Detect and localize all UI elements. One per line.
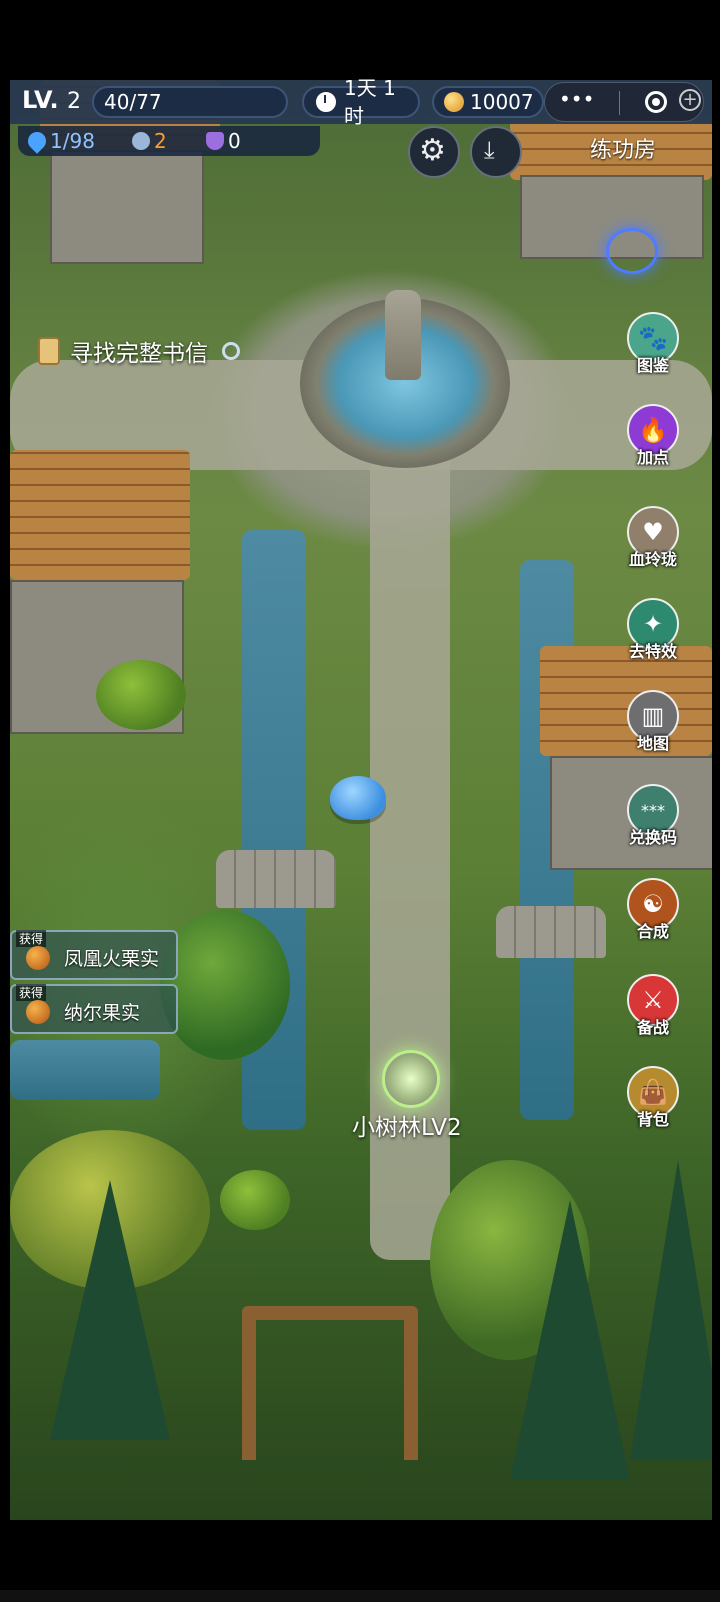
droplet-icon	[24, 128, 50, 154]
loot-name: 纳尔果实	[64, 1002, 141, 1024]
mana-value: 1/98	[50, 129, 95, 153]
pet-value: 2	[154, 129, 167, 153]
pond	[10, 1040, 160, 1100]
paw-icon	[132, 132, 150, 150]
side-button-label: 背包	[636, 1110, 669, 1129]
side-button-remove-effects[interactable]: ✦ 去特效	[624, 598, 682, 662]
magnifier-icon	[222, 342, 240, 360]
area-label[interactable]: 小树林LV2	[352, 1108, 462, 1142]
time-text: 1天 1时	[344, 76, 396, 128]
loot-name: 凤凰火栗实	[64, 948, 160, 970]
add-icon[interactable]: +	[679, 89, 701, 111]
level-number: 2	[66, 89, 81, 114]
side-button-label: 血玲珑	[628, 550, 677, 569]
download-icon: ⤓	[484, 136, 495, 164]
loot-tag: 获得	[16, 930, 47, 947]
coin-count: 10007	[470, 90, 534, 114]
shield-icon	[206, 132, 224, 150]
player-level: LV. 2	[22, 86, 81, 114]
side-button-label: 地图	[636, 734, 669, 753]
stat-mana: 1/98	[24, 126, 95, 156]
mini-program-capsule: ••• +	[544, 82, 704, 122]
bush	[160, 910, 290, 1060]
more-menu-button[interactable]: •••	[559, 87, 594, 111]
bottom-bar	[0, 1590, 720, 1602]
side-button-handbook[interactable]: 🐾 图鉴	[624, 312, 682, 376]
loot-notice: 获得 凤凰火栗实	[10, 930, 178, 980]
side-button-map[interactable]: ▥ 地图	[624, 690, 682, 754]
stat-shield: 0	[206, 126, 241, 156]
quest-text: 寻找完整书信	[70, 341, 208, 367]
scroll-icon	[38, 337, 60, 365]
training-room-label[interactable]: 练功房	[590, 132, 656, 164]
loot-notice: 获得 纳尔果实	[10, 984, 178, 1034]
capsule-divider	[619, 91, 620, 115]
side-button-label: 兑换码	[628, 828, 677, 847]
magic-circle-blue[interactable]	[606, 228, 658, 274]
pine-tree	[630, 1160, 712, 1460]
side-button-label: 合成	[636, 922, 669, 941]
settings-button[interactable]: ⚙	[408, 126, 460, 178]
side-button-label: 备战	[636, 1018, 669, 1037]
close-target-icon[interactable]	[645, 91, 667, 113]
fruit-icon	[26, 946, 50, 970]
time-display: 1天 1时	[302, 76, 420, 128]
wooden-gate	[242, 1306, 418, 1460]
pine-tree	[510, 1200, 630, 1480]
gear-icon: ⚙	[419, 133, 446, 168]
shield-value: 0	[228, 129, 241, 153]
download-button[interactable]: ⤓	[470, 126, 522, 178]
side-button-label: 加点	[636, 448, 669, 467]
portal-magic-circle[interactable]	[382, 1050, 440, 1108]
side-button-add-points[interactable]: 🔥 加点	[624, 404, 682, 468]
fountain-spire	[385, 290, 421, 380]
fruit-icon	[26, 1000, 50, 1024]
side-button-label: 去特效	[628, 642, 677, 661]
loot-tag: 获得	[16, 984, 47, 1001]
coin-display: 10007	[432, 86, 544, 118]
quest-tracker[interactable]: 寻找完整书信	[38, 334, 240, 368]
slime-player[interactable]	[330, 776, 386, 820]
side-button-prepare-battle[interactable]: ⚔ 备战	[624, 974, 682, 1038]
level-prefix: LV.	[22, 86, 59, 114]
side-button-synthesis[interactable]: ☯ 合成	[624, 878, 682, 942]
xp-bar: 40/77	[92, 86, 288, 118]
side-button-blood[interactable]: ♥ 血玲珑	[624, 506, 682, 570]
clock-icon	[314, 90, 338, 114]
bush	[96, 660, 186, 730]
side-button-redeem-code[interactable]: *** 兑换码	[624, 784, 682, 848]
side-button-backpack[interactable]: 👜 背包	[624, 1066, 682, 1130]
coin-icon	[444, 92, 464, 112]
bridge-right	[496, 906, 606, 958]
bush	[220, 1170, 290, 1230]
side-button-label: 图鉴	[636, 356, 669, 375]
bridge-left	[216, 850, 336, 908]
xp-text: 40/77	[104, 90, 162, 114]
stat-pet: 2	[132, 126, 167, 156]
pine-tree	[50, 1180, 170, 1440]
